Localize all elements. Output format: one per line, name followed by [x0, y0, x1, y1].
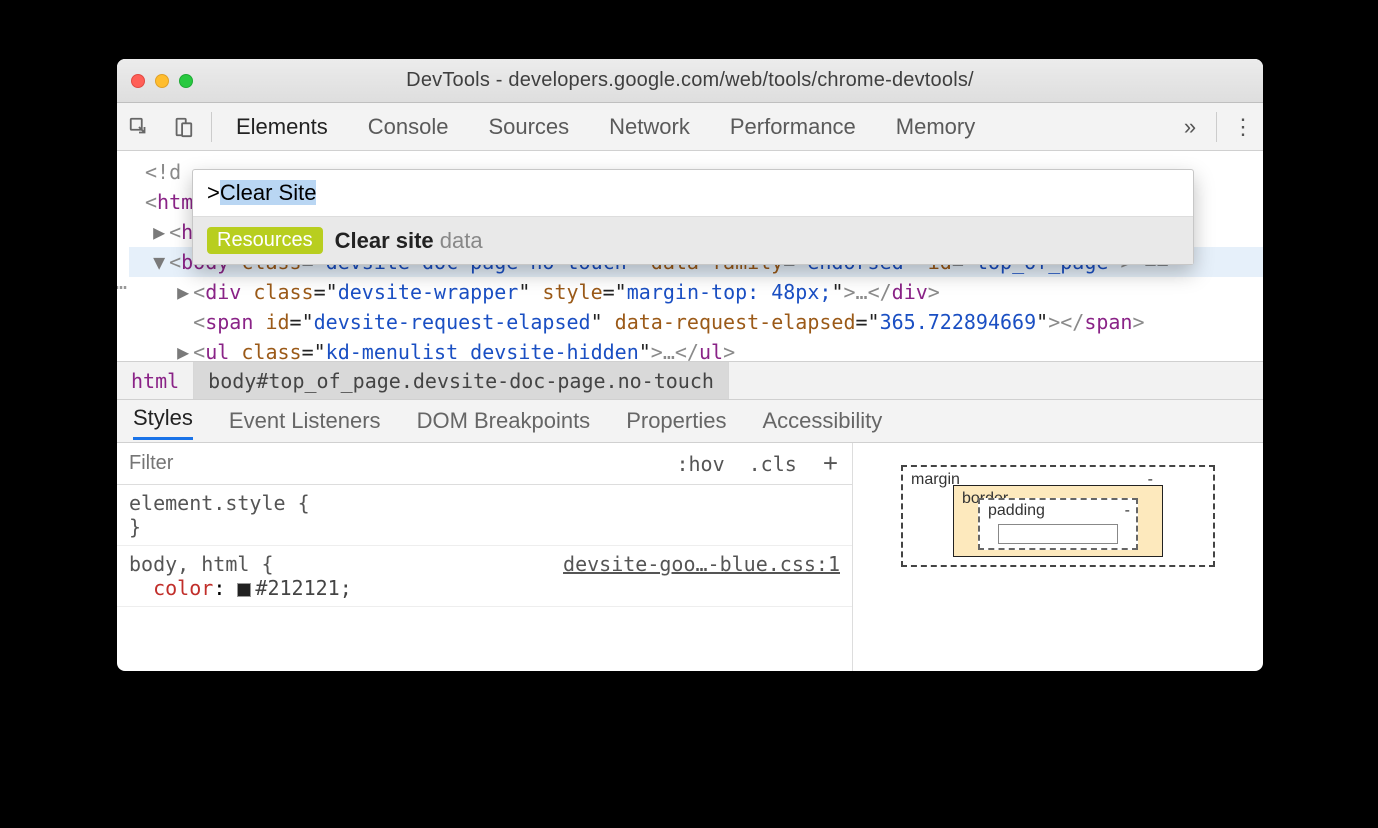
traffic-lights — [131, 74, 193, 88]
box-model-content[interactable] — [998, 524, 1118, 544]
window-title: DevTools - developers.google.com/web/too… — [117, 69, 1263, 92]
inspect-element-icon[interactable] — [117, 103, 161, 151]
collapsed-ellipsis-icon: … — [117, 267, 127, 297]
styles-pane: :hov .cls + element.style {}body, html {… — [117, 443, 853, 671]
toolbar-separator — [211, 112, 212, 142]
subtab-properties[interactable]: Properties — [626, 408, 726, 434]
overflow-tabs-button[interactable]: » — [1170, 114, 1210, 140]
dom-node[interactable]: <span id="devsite-request-elapsed" data-… — [129, 307, 1263, 337]
close-window-button[interactable] — [131, 74, 145, 88]
command-query-text: Clear Site — [220, 180, 317, 205]
tab-memory[interactable]: Memory — [896, 114, 975, 140]
command-label: Clear site data — [335, 228, 483, 254]
new-style-rule-button[interactable]: + — [809, 448, 852, 479]
main-toolbar: Elements Console Sources Network Performance… — [117, 103, 1263, 151]
tab-elements[interactable]: Elements — [236, 114, 328, 140]
command-menu-result[interactable]: Resources Clear site data — [193, 217, 1193, 264]
box-model-pane: margin - border - padding - — [853, 443, 1263, 671]
command-menu-input[interactable]: >Clear Site — [193, 170, 1193, 217]
minimize-window-button[interactable] — [155, 74, 169, 88]
padding-label: padding — [988, 502, 1045, 520]
tab-console[interactable]: Console — [368, 114, 449, 140]
device-toolbar-icon[interactable] — [161, 103, 205, 151]
settings-kebab-icon[interactable]: ⋮ — [1223, 114, 1263, 140]
styles-filter-row: :hov .cls + — [117, 443, 852, 485]
toggle-classes-button[interactable]: .cls — [737, 452, 809, 476]
command-category-pill: Resources — [207, 227, 323, 254]
command-prefix: > — [207, 180, 220, 205]
breadcrumb-item[interactable]: html — [117, 362, 194, 399]
tab-network[interactable]: Network — [609, 114, 690, 140]
styles-body: :hov .cls + element.style {}body, html {… — [117, 443, 1263, 671]
toggle-hover-button[interactable]: :hov — [664, 452, 736, 476]
devtools-window: DevTools - developers.google.com/web/too… — [117, 59, 1263, 671]
style-rule[interactable]: body, html {devsite-goo…-blue.css:1 colo… — [117, 546, 852, 607]
style-rule[interactable]: element.style {} — [117, 485, 852, 546]
styles-filter-input[interactable] — [117, 452, 664, 475]
dom-node[interactable]: ▶<div class="devsite-wrapper" style="mar… — [129, 277, 1263, 307]
padding-value: - — [1125, 502, 1130, 520]
titlebar: DevTools - developers.google.com/web/too… — [117, 59, 1263, 103]
toolbar-separator — [1216, 112, 1217, 142]
zoom-window-button[interactable] — [179, 74, 193, 88]
breadcrumb-item[interactable]: body#top_of_page.devsite-doc-page.no-tou… — [194, 362, 729, 399]
styles-subtabs: Styles Event Listeners DOM Breakpoints Prop… — [117, 399, 1263, 443]
box-model-padding[interactable]: padding - — [978, 498, 1138, 550]
box-model-margin[interactable]: margin - border - padding - — [901, 465, 1215, 567]
breadcrumb-bar: htmlbody#top_of_page.devsite-doc-page.no… — [117, 361, 1263, 399]
style-rules: element.style {}body, html {devsite-goo…… — [117, 485, 852, 607]
subtab-dom-breakpoints[interactable]: DOM Breakpoints — [417, 408, 591, 434]
subtab-styles[interactable]: Styles — [133, 405, 193, 440]
panel-tabs: Elements Console Sources Network Performance… — [218, 114, 1170, 140]
command-menu[interactable]: >Clear Site Resources Clear site data — [192, 169, 1194, 265]
subtab-accessibility[interactable]: Accessibility — [762, 408, 882, 434]
tab-performance[interactable]: Performance — [730, 114, 856, 140]
dom-node[interactable]: ▶<ul class="kd-menulist devsite-hidden">… — [129, 337, 1263, 361]
subtab-event-listeners[interactable]: Event Listeners — [229, 408, 381, 434]
stylesheet-link[interactable]: devsite-goo…-blue.css:1 — [563, 552, 840, 576]
box-model-border[interactable]: border - padding - — [953, 485, 1163, 557]
tab-sources[interactable]: Sources — [488, 114, 569, 140]
